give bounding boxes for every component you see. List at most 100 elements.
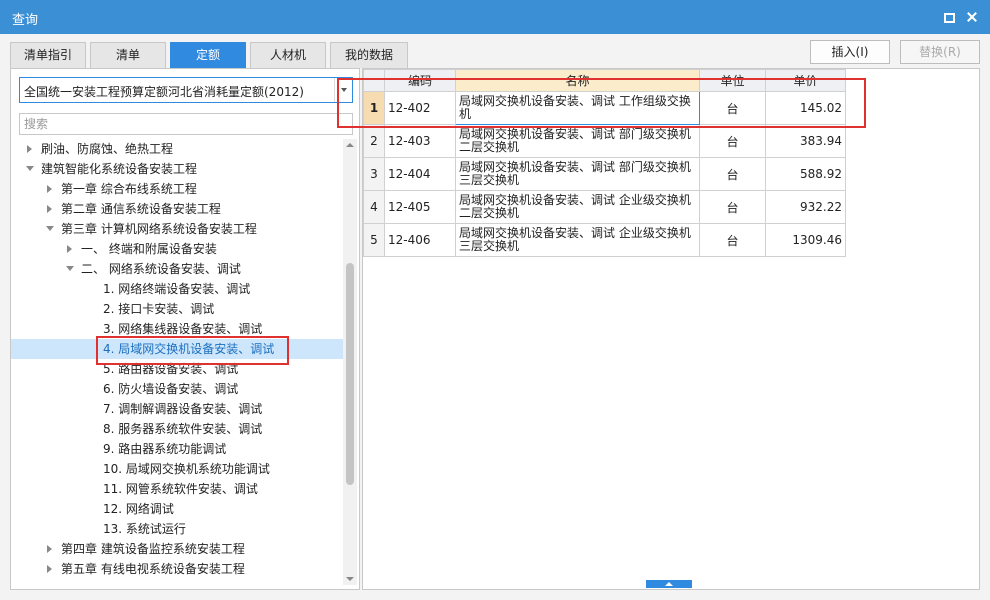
window-title: 查询 — [12, 13, 39, 28]
tree-item-label: 9. 路由器系统功能调试 — [103, 442, 227, 456]
tab-list[interactable]: 清单 — [90, 42, 166, 68]
tree-item[interactable]: 11. 网管系统软件安装、调试 — [11, 479, 343, 499]
tree-item[interactable]: 第一章 综合布线系统工程 — [11, 179, 343, 199]
cell-name[interactable]: 局域网交换机设备安装、调试 工作组级交换机 — [455, 91, 700, 125]
tree-item[interactable]: 6. 防火墙设备安装、调试 — [11, 379, 343, 399]
collapsed-arrow-icon[interactable] — [25, 139, 35, 159]
tree-item[interactable]: 9. 路由器系统功能调试 — [11, 439, 343, 459]
header-code[interactable]: 编码 — [384, 69, 456, 92]
table-row[interactable]: 3 12-404 局域网交换机设备安装、调试 部门级交换机 三层交换机台 588.92 — [363, 157, 846, 191]
tree-item[interactable]: 2. 接口卡安装、调试 — [11, 299, 343, 319]
cell-price[interactable]: 588.92 — [765, 157, 846, 191]
row-number[interactable]: 3 — [363, 157, 385, 191]
cell-price[interactable]: 932.22 — [765, 190, 846, 224]
scroll-down-icon[interactable] — [343, 573, 357, 585]
header-rownum — [363, 69, 385, 92]
search-input[interactable] — [20, 114, 352, 134]
tree-item[interactable]: 1. 网络终端设备安装、调试 — [11, 279, 343, 299]
header-unit[interactable]: 单位 — [699, 69, 766, 92]
tree-item[interactable]: 3. 网络集线器设备安装、调试 — [11, 319, 343, 339]
table-row[interactable]: 2 12-403 局域网交换机设备安装、调试 部门级交换机 二层交换机台 383.94 — [363, 124, 846, 158]
tree-item[interactable]: 8. 服务器系统软件安装、调试 — [11, 419, 343, 439]
tree-item[interactable]: 二、 网络系统设备安装、调试 — [11, 259, 343, 279]
cell-code[interactable]: 12-402 — [384, 91, 456, 125]
cell-unit[interactable]: 台 — [699, 124, 766, 158]
cell-code[interactable]: 12-405 — [384, 190, 456, 224]
cell-name[interactable]: 局域网交换机设备安装、调试 企业级交换机 二层交换机 — [455, 190, 700, 224]
tree-item-label: 2. 接口卡安装、调试 — [103, 302, 215, 316]
tree-item-label: 一、 终端和附属设备安装 — [81, 242, 217, 256]
tree-item-label: 第三章 计算机网络系统设备安装工程 — [61, 222, 257, 236]
tree-item[interactable]: 5. 路由器设备安装、调试 — [11, 359, 343, 379]
tab-quota[interactable]: 定额 — [170, 42, 246, 68]
replace-button[interactable]: 替换(R) — [900, 40, 980, 64]
tree-scrollbar[interactable] — [343, 139, 357, 585]
tree-item[interactable]: 第二章 通信系统设备安装工程 — [11, 199, 343, 219]
tab-labor-material-machine[interactable]: 人材机 — [250, 42, 326, 68]
tree-item[interactable]: 刷油、防腐蚀、绝热工程 — [11, 139, 343, 159]
maximize-icon[interactable] — [940, 9, 956, 25]
table-row[interactable]: 5 12-406 局域网交换机设备安装、调试 企业级交换机 三层交换机台 1309.4… — [363, 223, 846, 257]
row-number[interactable]: 1 — [363, 91, 385, 125]
cell-name[interactable]: 局域网交换机设备安装、调试 部门级交换机 三层交换机 — [455, 157, 700, 191]
tree-item-label: 7. 调制解调器设备安装、调试 — [103, 402, 263, 416]
collapsed-arrow-icon[interactable] — [65, 239, 75, 259]
splitter-handle[interactable] — [646, 580, 692, 588]
row-number[interactable]: 5 — [363, 223, 385, 257]
search-box[interactable] — [19, 113, 353, 135]
tab-my-data[interactable]: 我的数据 — [330, 42, 408, 68]
expanded-arrow-icon[interactable] — [45, 219, 55, 239]
collapsed-arrow-icon[interactable] — [45, 539, 55, 559]
header-name[interactable]: 名称 — [455, 69, 700, 92]
scroll-up-icon[interactable] — [343, 139, 357, 151]
cell-name[interactable]: 局域网交换机设备安装、调试 企业级交换机 三层交换机 — [455, 223, 700, 257]
insert-button[interactable]: 插入(I) — [810, 40, 890, 64]
tree-item[interactable]: 7. 调制解调器设备安装、调试 — [11, 399, 343, 419]
expanded-arrow-icon[interactable] — [65, 259, 75, 279]
cell-price[interactable]: 383.94 — [765, 124, 846, 158]
tree-item[interactable]: 13. 系统试运行 — [11, 519, 343, 539]
chapter-tree: 刷油、防腐蚀、绝热工程 建筑智能化系统设备安装工程第一章 综合布线系统工程第二章 … — [11, 139, 343, 589]
quota-library-select[interactable]: 全国统一安装工程预算定额河北省消耗量定额(2012) — [19, 77, 353, 103]
tree-item[interactable]: 一、 终端和附属设备安装 — [11, 239, 343, 259]
scrollbar-thumb[interactable] — [346, 263, 354, 485]
cell-unit[interactable]: 台 — [699, 91, 766, 125]
cell-price[interactable]: 1309.46 — [765, 223, 846, 257]
tree-item-label: 第一章 综合布线系统工程 — [61, 182, 197, 196]
tree-item[interactable]: 第五章 有线电视系统设备安装工程 — [11, 559, 343, 579]
table-row[interactable]: 1 12-402 局域网交换机设备安装、调试 工作组级交换机台 145.02 — [363, 91, 846, 125]
cell-unit[interactable]: 台 — [699, 223, 766, 257]
collapsed-arrow-icon[interactable] — [45, 199, 55, 219]
row-number[interactable]: 2 — [363, 124, 385, 158]
header-price[interactable]: 单价 — [765, 69, 846, 92]
cell-code[interactable]: 12-406 — [384, 223, 456, 257]
expanded-arrow-icon[interactable] — [25, 159, 35, 179]
tab-list-guide[interactable]: 清单指引 — [10, 42, 86, 68]
tree-item-label: 第五章 有线电视系统设备安装工程 — [61, 562, 245, 576]
cell-code[interactable]: 12-403 — [384, 124, 456, 158]
quota-library-value: 全国统一安装工程预算定额河北省消耗量定额(2012) — [24, 85, 304, 99]
tree-item-label: 8. 服务器系统软件安装、调试 — [103, 422, 263, 436]
row-number[interactable]: 4 — [363, 190, 385, 224]
close-icon[interactable] — [964, 9, 980, 25]
cell-price[interactable]: 145.02 — [765, 91, 846, 125]
tree-item[interactable]: 4. 局域网交换机设备安装、调试 — [11, 339, 343, 359]
tree-item[interactable]: 第三章 计算机网络系统设备安装工程 — [11, 219, 343, 239]
cell-name[interactable]: 局域网交换机设备安装、调试 部门级交换机 二层交换机 — [455, 124, 700, 158]
cell-unit[interactable]: 台 — [699, 157, 766, 191]
quota-table: 编码 名称 单位 单价 1 12-402 局域网交换机设备安装、调试 工作组级交换机… — [363, 69, 846, 257]
tree-item-label: 二、 网络系统设备安装、调试 — [81, 262, 241, 276]
tree-item[interactable]: 建筑智能化系统设备安装工程 — [11, 159, 343, 179]
tree-item[interactable]: 第四章 建筑设备监控系统安装工程 — [11, 539, 343, 559]
collapsed-arrow-icon[interactable] — [45, 559, 55, 579]
tree-item[interactable]: 10. 局域网交换机系统功能调试 — [11, 459, 343, 479]
cell-code[interactable]: 12-404 — [384, 157, 456, 191]
cell-unit[interactable]: 台 — [699, 190, 766, 224]
tree-item[interactable]: 12. 网络调试 — [11, 499, 343, 519]
tree-item-label: 12. 网络调试 — [103, 502, 174, 516]
collapsed-arrow-icon[interactable] — [45, 179, 55, 199]
tree-item-label: 5. 路由器设备安装、调试 — [103, 362, 239, 376]
dropdown-arrow-icon[interactable] — [334, 78, 352, 102]
title-bar: 查询 — [0, 0, 990, 34]
table-row[interactable]: 4 12-405 局域网交换机设备安装、调试 企业级交换机 二层交换机台 932.22 — [363, 190, 846, 224]
